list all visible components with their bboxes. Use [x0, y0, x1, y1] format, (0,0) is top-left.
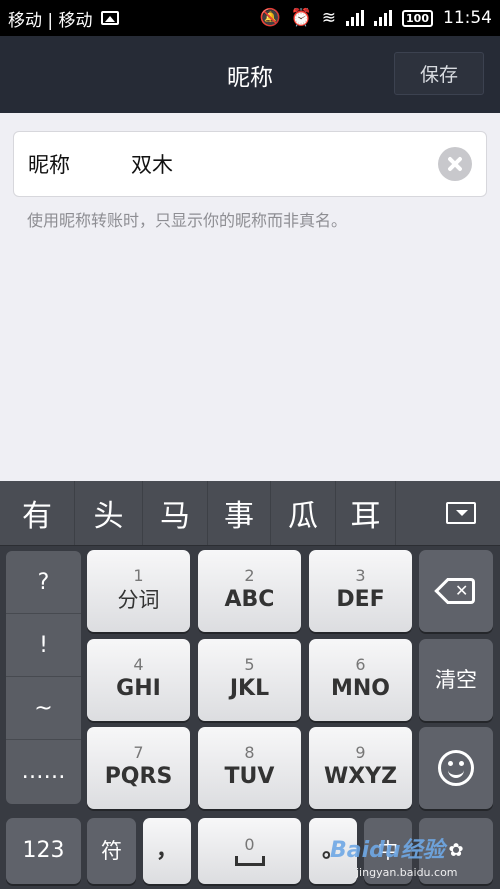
image-notification-icon	[100, 11, 119, 25]
nickname-label: 昵称	[28, 153, 70, 177]
smile-icon	[438, 750, 474, 786]
signal-icon-2	[374, 10, 393, 26]
baidu-watermark: Baidu经验 jingyan.baidu.com	[330, 826, 498, 886]
candidate-word[interactable]: 瓜	[271, 481, 336, 545]
comma-key[interactable]: ，	[143, 818, 191, 884]
key-label: JKL	[229, 676, 270, 701]
key-label: DEF	[336, 587, 385, 612]
symbol-key-exclaim[interactable]: !	[6, 614, 81, 677]
candidate-word[interactable]: 事	[208, 481, 271, 545]
key-label: 分词	[117, 588, 160, 612]
status-bar: 移动 | 移动 🔕 ⏰ ≋ 100 11:54	[0, 0, 500, 36]
key-6[interactable]: 6 MNO	[309, 639, 412, 721]
clear-icon[interactable]	[438, 147, 472, 181]
wifi-icon: ≋	[321, 8, 337, 28]
key-4[interactable]: 4 GHI	[87, 639, 190, 721]
key-number: 1	[133, 566, 144, 585]
key-8[interactable]: 8 TUV	[198, 727, 301, 809]
nickname-hint: 使用昵称转账时，只显示你的昵称而非真名。	[27, 211, 348, 230]
key-9[interactable]: 9 WXYZ	[309, 727, 412, 809]
watermark-url: jingyan.baidu.com	[356, 866, 458, 879]
alarm-icon: ⏰	[290, 8, 312, 28]
mute-icon: 🔕	[259, 8, 281, 28]
signal-icon	[346, 10, 365, 26]
watermark-text: Baidu经验	[330, 838, 445, 863]
key-7[interactable]: 7 PQRS	[87, 727, 190, 809]
key-label: PQRS	[104, 764, 173, 789]
key-label: TUV	[224, 764, 275, 789]
clock: 11:54	[443, 8, 492, 28]
clear-key[interactable]: 清空	[419, 639, 493, 721]
candidate-word[interactable]: 耳	[336, 481, 396, 545]
key-number: 7	[133, 743, 144, 762]
key-number: 3	[355, 566, 366, 585]
candidate-bar: 有 头 马 事 瓜 耳	[0, 481, 500, 546]
key-label: MNO	[330, 676, 390, 701]
page-title: 昵称	[227, 64, 273, 91]
carrier-text: 移动 | 移动	[8, 10, 93, 31]
key-number: 6	[355, 655, 366, 674]
symbol-column: ? ! ~ ……	[6, 551, 81, 804]
nickname-field[interactable]: 昵称 双木	[13, 131, 487, 197]
candidate-word[interactable]: 有	[0, 481, 75, 545]
key-1[interactable]: 1 分词	[87, 550, 190, 632]
key-label: GHI	[116, 676, 161, 701]
symbol-key[interactable]: 符	[87, 818, 136, 884]
backspace-icon: ✕	[434, 578, 475, 604]
backspace-key[interactable]: ✕	[419, 550, 493, 632]
space-icon	[234, 856, 265, 866]
key-label: WXYZ	[323, 764, 398, 789]
key-label: ABC	[224, 587, 275, 612]
symbol-key-question[interactable]: ?	[6, 551, 81, 614]
keyboard-collapse-icon[interactable]	[446, 502, 476, 524]
symbol-key-label: 符	[101, 839, 122, 863]
num-mode-key[interactable]: 123	[6, 818, 81, 884]
key-number: 5	[244, 655, 255, 674]
symbol-key-tilde[interactable]: ~	[6, 677, 81, 740]
candidate-word[interactable]: 马	[143, 481, 208, 545]
key-number: 8	[244, 743, 255, 762]
symbol-key-ellipsis[interactable]: ……	[6, 740, 81, 803]
space-key[interactable]: 0	[198, 818, 301, 884]
key-number: 4	[133, 655, 144, 674]
nickname-input[interactable]: 双木	[131, 149, 438, 179]
key-3[interactable]: 3 DEF	[309, 550, 412, 632]
space-key-number: 0	[244, 835, 255, 854]
title-bar: 昵称 保存	[0, 36, 500, 113]
key-5[interactable]: 5 JKL	[198, 639, 301, 721]
emoji-key[interactable]	[419, 727, 493, 809]
status-icons: 🔕 ⏰ ≋ 100 11:54	[259, 8, 492, 28]
battery-icon: 100	[402, 9, 433, 27]
num-mode-label: 123	[22, 838, 65, 863]
key-number: 9	[355, 743, 366, 762]
clear-key-label: 清空	[435, 668, 477, 692]
candidate-word[interactable]: 头	[75, 481, 143, 545]
save-button[interactable]: 保存	[394, 52, 484, 95]
comma-key-label: ，	[155, 838, 178, 863]
key-2[interactable]: 2 ABC	[198, 550, 301, 632]
key-number: 2	[244, 566, 255, 585]
carrier-area: 移动 | 移动	[8, 6, 259, 31]
